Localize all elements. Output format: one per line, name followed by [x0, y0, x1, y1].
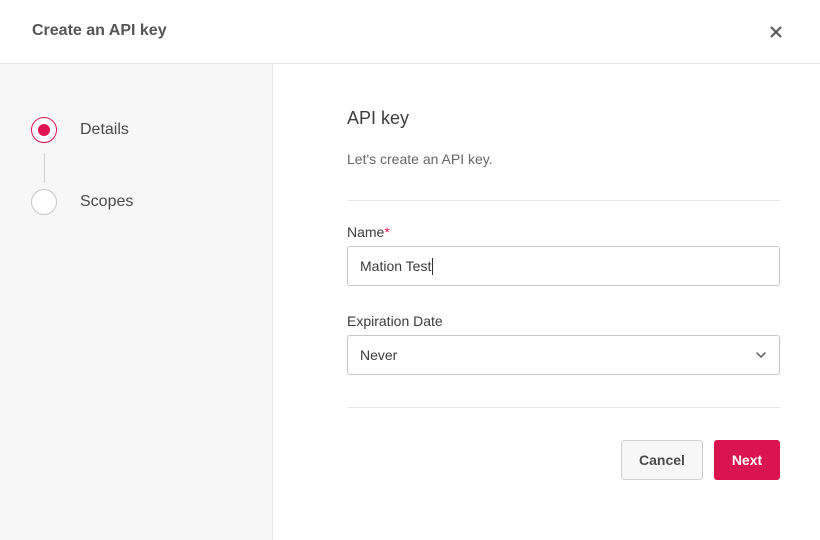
step-label-details: Details [80, 121, 129, 138]
name-input[interactable]: Mation Test [347, 246, 780, 286]
expiration-date-select[interactable]: Never [347, 335, 780, 375]
name-label-text: Name [347, 224, 385, 240]
step-indicator-active [31, 117, 57, 143]
create-api-key-dialog: Create an API key Details Scopes API key… [0, 0, 820, 540]
step-connector [44, 153, 45, 183]
name-label: Name* [347, 224, 390, 240]
step-details[interactable]: Details [31, 117, 129, 143]
step-scopes[interactable]: Scopes [31, 189, 133, 215]
section-description: Let's create an API key. [347, 151, 493, 167]
name-input-value: Mation Test [360, 258, 432, 274]
close-button[interactable] [766, 22, 786, 42]
divider [347, 407, 780, 408]
step-active-dot [38, 124, 50, 136]
step-label-scopes: Scopes [80, 193, 134, 210]
close-icon [770, 26, 782, 38]
stepper-sidebar: Details Scopes [0, 64, 273, 540]
dialog-title: Create an API key [32, 22, 167, 39]
expiration-date-value: Never [360, 347, 398, 363]
text-cursor [432, 257, 434, 275]
section-title: API key [347, 108, 410, 128]
expiration-date-label: Expiration Date [347, 313, 443, 329]
next-button[interactable]: Next [714, 440, 780, 480]
chevron-down-icon [755, 349, 767, 361]
dialog-header: Create an API key [0, 0, 820, 64]
step-indicator-inactive [31, 189, 57, 215]
cancel-button[interactable]: Cancel [621, 440, 703, 480]
divider [347, 200, 780, 201]
required-marker: * [384, 224, 390, 240]
